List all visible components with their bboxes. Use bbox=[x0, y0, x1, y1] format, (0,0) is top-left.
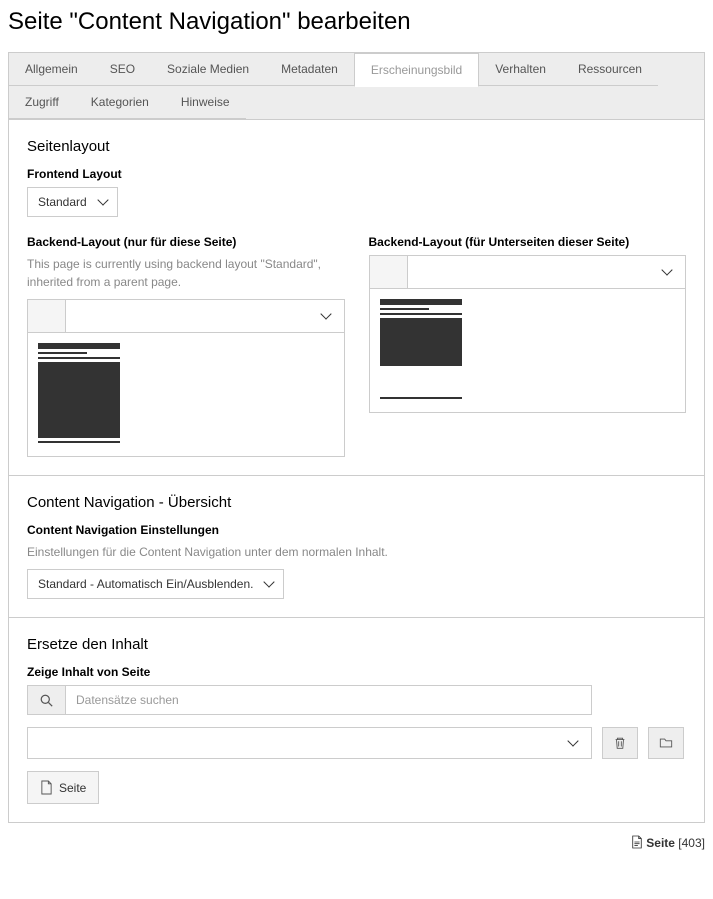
frontend-layout-label: Frontend Layout bbox=[27, 167, 686, 181]
tab-erscheinungsbild[interactable]: Erscheinungsbild bbox=[354, 53, 479, 87]
panel-contentnav: Content Navigation - Übersicht Content N… bbox=[8, 476, 705, 618]
record-select[interactable] bbox=[27, 727, 592, 759]
tab-kategorien[interactable]: Kategorien bbox=[75, 86, 165, 119]
show-content-label: Zeige Inhalt von Seite bbox=[27, 665, 686, 679]
footer-info: Seite [403] bbox=[8, 835, 705, 850]
tab-verhalten[interactable]: Verhalten bbox=[479, 53, 562, 86]
chevron-down-icon bbox=[663, 265, 671, 279]
trash-icon bbox=[613, 736, 627, 750]
browse-button[interactable] bbox=[648, 727, 684, 759]
frontend-layout-select[interactable]: Standard bbox=[27, 187, 118, 217]
panel-seitenlayout: Seitenlayout Frontend Layout Standard Ba… bbox=[8, 119, 705, 476]
page-icon bbox=[40, 780, 53, 795]
tab-metadaten[interactable]: Metadaten bbox=[265, 53, 354, 86]
record-search-input[interactable] bbox=[65, 685, 592, 715]
tab-bar: Allgemein SEO Soziale Medien Metadaten E… bbox=[8, 52, 705, 119]
backend-this-link-button[interactable] bbox=[27, 299, 65, 333]
panel-replace: Ersetze den Inhalt Zeige Inhalt von Seit… bbox=[8, 618, 705, 823]
replace-title: Ersetze den Inhalt bbox=[27, 636, 686, 653]
page-icon bbox=[631, 835, 643, 849]
folder-icon bbox=[659, 736, 673, 750]
tab-soziale-medien[interactable]: Soziale Medien bbox=[151, 53, 265, 86]
backend-this-preview bbox=[27, 333, 345, 457]
tab-hinweise[interactable]: Hinweise bbox=[165, 86, 246, 119]
page-create-button[interactable]: Seite bbox=[27, 771, 99, 804]
chevron-down-icon bbox=[265, 577, 273, 591]
chevron-down-icon bbox=[322, 309, 330, 323]
backend-this-select[interactable] bbox=[65, 299, 345, 333]
contentnav-settings-select[interactable]: Standard - Automatisch Ein/Ausblenden. bbox=[27, 569, 284, 599]
seitenlayout-title: Seitenlayout bbox=[27, 138, 686, 155]
tab-zugriff[interactable]: Zugriff bbox=[9, 86, 75, 119]
footer-id: [403] bbox=[678, 836, 705, 850]
chevron-down-icon bbox=[569, 736, 577, 750]
backend-sub-label: Backend-Layout (für Unterseiten dieser S… bbox=[369, 235, 687, 249]
backend-sub-select[interactable] bbox=[407, 255, 687, 289]
backend-this-label: Backend-Layout (nur für diese Seite) bbox=[27, 235, 345, 249]
chevron-down-icon bbox=[99, 195, 107, 209]
contentnav-settings-label: Content Navigation Einstellungen bbox=[27, 523, 686, 537]
delete-button[interactable] bbox=[602, 727, 638, 759]
tab-seo[interactable]: SEO bbox=[94, 53, 151, 86]
search-icon bbox=[27, 685, 65, 715]
page-btn-label: Seite bbox=[59, 781, 86, 795]
backend-this-help: This page is currently using backend lay… bbox=[27, 255, 345, 291]
backend-sub-link-button[interactable] bbox=[369, 255, 407, 289]
frontend-layout-value: Standard bbox=[38, 195, 87, 209]
tab-ressourcen[interactable]: Ressourcen bbox=[562, 53, 658, 86]
backend-sub-preview bbox=[369, 289, 687, 413]
contentnav-settings-help: Einstellungen für die Content Navigation… bbox=[27, 543, 686, 561]
page-title: Seite "Content Navigation" bearbeiten bbox=[8, 8, 705, 36]
footer-type: Seite bbox=[646, 836, 675, 850]
contentnav-settings-value: Standard - Automatisch Ein/Ausblenden. bbox=[38, 577, 253, 591]
tab-allgemein[interactable]: Allgemein bbox=[9, 53, 94, 86]
contentnav-title: Content Navigation - Übersicht bbox=[27, 494, 686, 511]
